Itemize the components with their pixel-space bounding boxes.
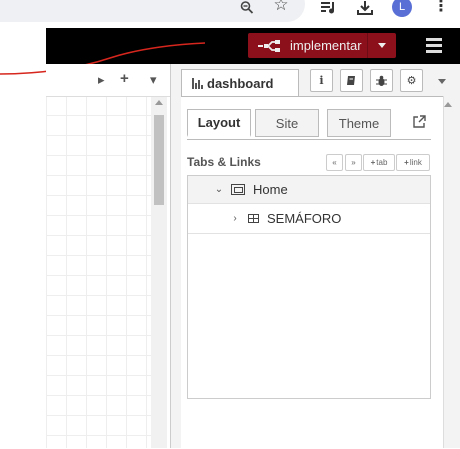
queue-music-icon[interactable] [320, 0, 338, 16]
gear-icon[interactable]: ⚙ [400, 69, 423, 92]
zoom-icon[interactable] [238, 0, 256, 16]
tree-row-label: SEMÁFORO [267, 211, 342, 226]
kebab-menu-icon[interactable]: ⋮ [433, 0, 449, 16]
plus-icon: + [404, 158, 409, 167]
sidebar: dashboard i ⚙ Layout Site Theme Tabs & L… [179, 64, 460, 449]
scrollbar-thumb[interactable] [154, 115, 164, 205]
flow-canvas[interactable] [46, 97, 151, 448]
deploy-icon [258, 39, 280, 52]
main-menu-icon[interactable] [426, 38, 442, 56]
scroll-up-icon[interactable] [155, 100, 163, 105]
external-link-icon[interactable] [413, 115, 426, 131]
canvas-vertical-scrollbar[interactable] [151, 97, 167, 448]
info-icon[interactable]: i [310, 69, 333, 92]
plus-icon: + [370, 158, 376, 167]
tab-icon [231, 184, 245, 195]
deploy-button[interactable]: implementar [248, 33, 396, 58]
browser-toolbar: ☆ L ⋮ [0, 0, 460, 28]
add-tab-label: tab [376, 158, 388, 167]
deploy-label: implementar [290, 38, 362, 53]
address-bar[interactable] [0, 0, 305, 22]
chevron-right-icon[interactable]: › [230, 213, 240, 224]
tree-row-label: Home [253, 182, 288, 197]
sidebar-tab-dashboard[interactable]: dashboard [181, 69, 299, 97]
scroll-up-icon[interactable] [444, 102, 452, 107]
deploy-main-button[interactable]: implementar [248, 33, 367, 58]
sidebar-resize-handle[interactable] [171, 64, 179, 448]
add-link-button[interactable]: + link [396, 154, 430, 171]
expand-all-button[interactable]: » [345, 154, 362, 171]
chevron-down-icon [378, 43, 386, 48]
add-link-label: link [409, 158, 422, 167]
tabs-links-heading: Tabs & Links [187, 155, 261, 169]
add-tab-button[interactable]: + tab [363, 154, 395, 171]
profile-avatar[interactable]: L [392, 0, 412, 17]
tree-row-home[interactable]: ⌄ Home [188, 176, 430, 204]
add-flow-icon[interactable]: + [120, 70, 129, 87]
dashboard-panel: Layout Site Theme Tabs & Links « » + tab… [181, 96, 443, 449]
group-table-icon [248, 214, 259, 223]
bookmark-star-icon[interactable]: ☆ [272, 0, 290, 14]
tab-scroll-right-icon[interactable]: ▸ [98, 72, 105, 88]
sidebar-scroll-track [443, 96, 444, 448]
tab-site[interactable]: Site [255, 109, 319, 137]
deploy-options-button[interactable] [367, 33, 396, 58]
tab-divider [187, 139, 431, 140]
bug-icon[interactable] [370, 69, 393, 92]
tab-theme[interactable]: Theme [327, 109, 391, 137]
bar-chart-icon [192, 77, 204, 89]
book-icon[interactable] [340, 69, 363, 92]
chevron-down-icon[interactable] [438, 79, 446, 84]
collapse-all-button[interactable]: « [326, 154, 343, 171]
tree-row-semaforo[interactable]: › SEMÁFORO [188, 204, 430, 234]
tab-layout[interactable]: Layout [187, 109, 251, 137]
tabs-tree: ⌄ Home › SEMÁFORO [187, 175, 431, 399]
chevron-down-icon[interactable]: ⌄ [214, 184, 224, 195]
flow-menu-icon[interactable]: ▾ [150, 72, 157, 88]
download-icon[interactable] [356, 0, 374, 16]
sidebar-tab-dashboard-label: dashboard [207, 75, 274, 91]
workspace-tab-bar: ▸ + ▾ [46, 64, 171, 97]
